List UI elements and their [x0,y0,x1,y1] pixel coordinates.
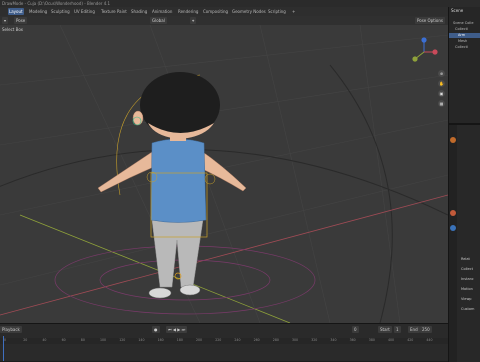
frame-tick-label: 300 [292,338,299,342]
navigation-gizmo[interactable] [410,37,440,67]
frame-tick-label: 80 [80,338,85,342]
start-frame-field[interactable]: 1 [394,326,401,333]
frame-tick-label: 100 [100,338,107,342]
mode-select[interactable]: Pose [14,17,28,24]
frame-tick-label: 0 [4,338,7,342]
camera-icon[interactable]: ▣ [438,90,445,97]
outliner-item[interactable]: Mesh [458,39,467,43]
frame-tick-label: 40 [42,338,47,342]
tab-layout[interactable]: Layout [8,8,24,15]
panel-relations[interactable]: Relat [461,257,470,261]
frame-tick-label: 280 [272,338,279,342]
viewport-header: ▾ Pose Global ⌖ Pose Options [0,16,448,25]
tab-scripting[interactable]: Scripting [267,8,287,15]
transform-orientation-select[interactable]: Global [150,17,167,24]
tab-sculpting[interactable]: Sculpting [50,8,71,15]
frame-tick-label: 240 [234,338,241,342]
frame-tick-label: 320 [311,338,318,342]
frame-ruler[interactable]: 0 20 40 60 80 100 120 140 160 180 200 220 240 260 280 3… [0,338,448,344]
panel-instancing[interactable]: Instanc [461,277,474,281]
select-box-tool[interactable]: Select Box [0,26,26,33]
outliner-item[interactable]: Collecti [455,27,468,31]
shoulder-bone-circle[interactable] [204,173,216,185]
title-bar: DrawMode - Cuja (D:\Ocus\Wonderhood) - B… [0,0,480,7]
pants [151,219,204,288]
tab-uv-editing[interactable]: UV Editing [73,8,96,15]
editor-type-button[interactable]: ▾ [2,17,9,24]
playback-menu[interactable]: Playback [0,326,22,333]
left-shoe [148,287,172,299]
grid-icon[interactable]: ▦ [438,100,445,107]
timeline-editor[interactable]: Playback ● ⏮ ◀ ▶ ⏭ 0 Start 1 End 250 0 20… [0,323,448,361]
right-shoe [179,284,201,296]
panel-viewport[interactable]: Viewp [461,297,472,301]
frame-tick-label: 60 [61,338,66,342]
frame-tick-label: 200 [196,338,203,342]
frame-tick-label: 420 [407,338,414,342]
frame-tick-label: 340 [330,338,337,342]
frame-tick-label: 140 [138,338,145,342]
current-frame-field[interactable]: 0 [352,326,359,333]
object-icon[interactable] [450,137,456,143]
tab-modeling[interactable]: Modeling [28,8,48,15]
panel-custom[interactable]: Custom [461,307,474,311]
3d-viewport[interactable]: ⊕ ✋ ▣ ▦ [0,25,448,323]
outliner-item[interactable]: Arm [458,33,465,37]
tab-texture-paint[interactable]: Texture Paint [100,8,128,15]
tab-compositing[interactable]: Compositing [202,8,229,15]
shirt [150,138,207,223]
properties-tab-column [449,125,457,362]
tab-rendering[interactable]: Rendering [177,8,199,15]
frame-tick-label: 360 [349,338,356,342]
tab-animation[interactable]: Animation [151,8,173,15]
frame-tick-label: 20 [23,338,28,342]
frame-tick-label: 120 [119,338,126,342]
panel-collections[interactable]: Collect [461,267,473,271]
frame-tick-label: 260 [253,338,260,342]
constraint-icon[interactable] [450,210,456,216]
tab-shading[interactable]: Shading [130,8,148,15]
workspace-tab-bar: Layout Modeling Sculpting UV Editing Tex… [0,7,480,16]
frame-tick-label: 440 [426,338,433,342]
properties-panel: Relat Collect Instanc Motion Viewp Custo… [448,123,480,362]
zoom-icon[interactable]: ⊕ [438,70,445,77]
character-model[interactable] [97,72,247,299]
panel-motion[interactable]: Motion [461,287,473,291]
end-frame-label: End [408,326,420,333]
viewport-canvas[interactable] [0,25,448,323]
frame-tick-label: 180 [176,338,183,342]
end-frame-field[interactable]: 250 [420,326,432,333]
outliner-panel: Scene Scene Colle Collecti Arm Mesh Coll… [448,7,480,123]
hand-icon[interactable]: ✋ [438,80,445,87]
record-icon[interactable]: ● [152,326,160,333]
frame-tick-label: 160 [157,338,164,342]
window-title: DrawMode - Cuja (D:\Ocus\Wonderhood) - B… [2,1,111,6]
frame-tick-label: 400 [388,338,395,342]
snap-button[interactable]: ⌖ [190,17,197,24]
frame-tick-label: 380 [368,338,375,342]
outliner-item[interactable]: Scene Colle [453,21,473,25]
add-workspace-button[interactable]: + [291,8,296,15]
outliner-title: Scene [451,8,464,13]
outliner-item[interactable]: Collecti [455,45,468,49]
playhead[interactable] [3,336,4,361]
tab-geometry-nodes[interactable]: Geometry Nodes [231,8,267,15]
frame-tick-label: 220 [215,338,222,342]
pose-options-button[interactable]: Pose Options [415,17,445,24]
start-frame-label: Start [378,326,392,333]
physics-icon[interactable] [450,225,456,231]
play-icon[interactable]: ⏮ ◀ ▶ ⏭ [166,326,188,333]
